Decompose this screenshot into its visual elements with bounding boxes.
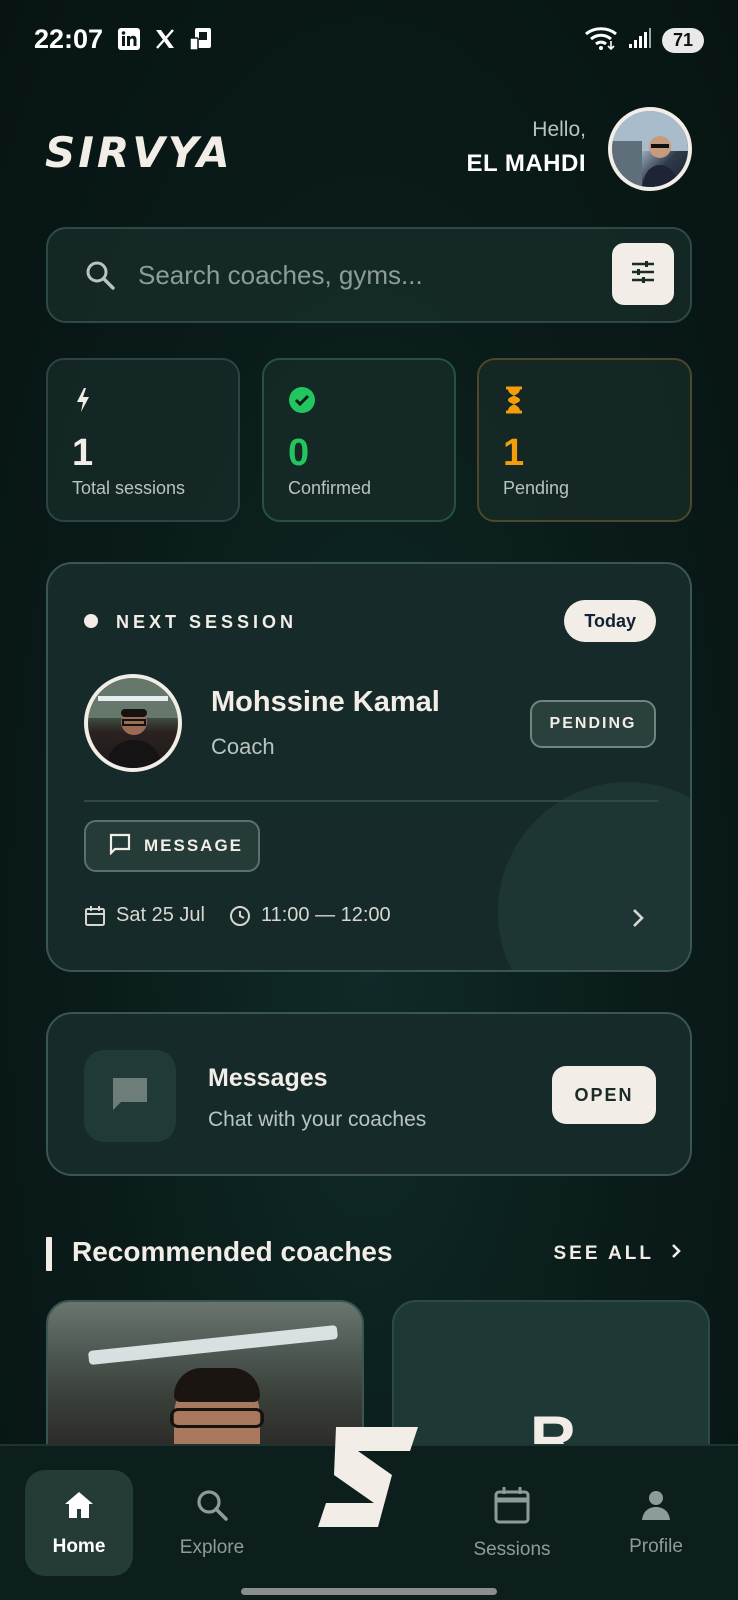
wifi-icon — [584, 25, 618, 56]
stat-label: Total sessions — [72, 478, 186, 498]
coach-card[interactable]: R — [392, 1300, 710, 1475]
stat-pending[interactable]: 1 Pending — [477, 358, 692, 522]
nav-profile[interactable]: Profile — [602, 1470, 710, 1576]
greeting: Hello, EL MAHDI — [466, 118, 586, 178]
coach-photo-hair — [174, 1368, 260, 1402]
calendar-icon — [494, 1486, 530, 1529]
center-logo-button[interactable] — [310, 1420, 428, 1538]
indicator-dot — [84, 614, 98, 628]
hourglass-icon — [503, 386, 525, 419]
status-badge: PENDING — [530, 700, 656, 748]
messages-subtitle: Chat with your coaches — [208, 1108, 427, 1131]
status-time: 22:07 — [34, 24, 104, 54]
messages-title: Messages — [208, 1064, 328, 1092]
coach-name: Mohssine Kamal — [211, 686, 440, 718]
search-input[interactable] — [138, 257, 578, 293]
nav-sessions-label: Sessions — [473, 1538, 551, 1560]
stat-label: Pending — [503, 478, 570, 498]
nav-home-label: Home — [52, 1535, 106, 1557]
home-indicator[interactable] — [241, 1588, 497, 1595]
day-badge: Today — [564, 600, 656, 642]
coach-role: Coach — [211, 734, 275, 759]
stat-value: 1 — [503, 432, 525, 474]
stat-confirmed[interactable]: 0 Confirmed — [262, 358, 456, 522]
signal-icon — [628, 26, 652, 55]
see-all-label: SEE ALL — [553, 1243, 654, 1264]
notification-icons — [116, 26, 214, 52]
divider — [84, 800, 658, 802]
chat-bubble-icon — [110, 1075, 150, 1118]
nav-profile-label: Profile — [629, 1535, 683, 1557]
check-circle-icon — [288, 386, 316, 419]
ceiling-light — [87, 1324, 339, 1366]
search-icon — [84, 259, 116, 296]
search-icon — [195, 1488, 229, 1527]
search-bar — [46, 227, 692, 323]
system-status: 71 — [584, 25, 704, 56]
see-all-link[interactable]: SEE ALL — [553, 1242, 682, 1266]
status-bar: 22:07 71 — [0, 0, 738, 80]
recommended-title: Recommended coaches — [72, 1236, 393, 1267]
nav-sessions[interactable]: Sessions — [458, 1470, 566, 1576]
home-icon — [62, 1489, 96, 1526]
stat-label: Confirmed — [288, 478, 372, 498]
coach-avatar — [84, 674, 182, 772]
user-name: EL MAHDI — [466, 150, 586, 177]
clock-icon — [229, 905, 251, 927]
nav-explore[interactable]: Explore — [158, 1470, 266, 1576]
app-logo: SIRVYA — [45, 128, 233, 177]
decorative-circle — [498, 782, 690, 970]
session-datetime: Sat 25 Jul 11:00 — 12:00 — [84, 904, 391, 927]
bottom-navigation: Home Explore Sessions Profile — [0, 1426, 738, 1600]
greeting-text: Hello, — [532, 118, 586, 141]
x-icon — [152, 26, 178, 52]
session-date: Sat 25 Jul — [116, 904, 205, 926]
nav-explore-label: Explore — [179, 1536, 245, 1558]
message-button[interactable]: MESSAGE — [84, 820, 260, 872]
open-messages-button[interactable]: OPEN — [552, 1066, 656, 1124]
stat-value: 1 — [72, 432, 94, 474]
profile-avatar[interactable] — [608, 107, 692, 191]
sirvya-logo-icon — [316, 1425, 422, 1534]
filter-button[interactable] — [612, 243, 674, 305]
bolt-icon — [72, 386, 94, 419]
calendar-icon — [84, 905, 106, 927]
nav-home[interactable]: Home — [25, 1470, 133, 1576]
chat-icon — [108, 833, 132, 860]
chevron-right-icon — [670, 1242, 682, 1266]
messages-card[interactable]: Messages Chat with your coaches OPEN — [46, 1012, 692, 1176]
sim-icon — [188, 26, 214, 52]
battery-indicator: 71 — [661, 28, 704, 53]
section-accent-bar — [46, 1237, 52, 1271]
message-button-label: MESSAGE — [144, 836, 244, 855]
tune-icon — [630, 260, 656, 289]
coach-photo-glasses — [170, 1408, 264, 1428]
linkedin-icon — [116, 26, 142, 52]
messages-icon-box — [84, 1050, 176, 1142]
chevron-right-icon[interactable] — [630, 906, 646, 935]
next-session-card[interactable]: NEXT SESSION Today Mohssine Kamal Coach … — [46, 562, 692, 972]
stat-total-sessions[interactable]: 1 Total sessions — [46, 358, 240, 522]
stat-value: 0 — [288, 432, 310, 474]
session-time: 11:00 — 12:00 — [260, 904, 391, 926]
next-session-heading: NEXT SESSION — [116, 612, 298, 632]
person-icon — [640, 1489, 672, 1526]
